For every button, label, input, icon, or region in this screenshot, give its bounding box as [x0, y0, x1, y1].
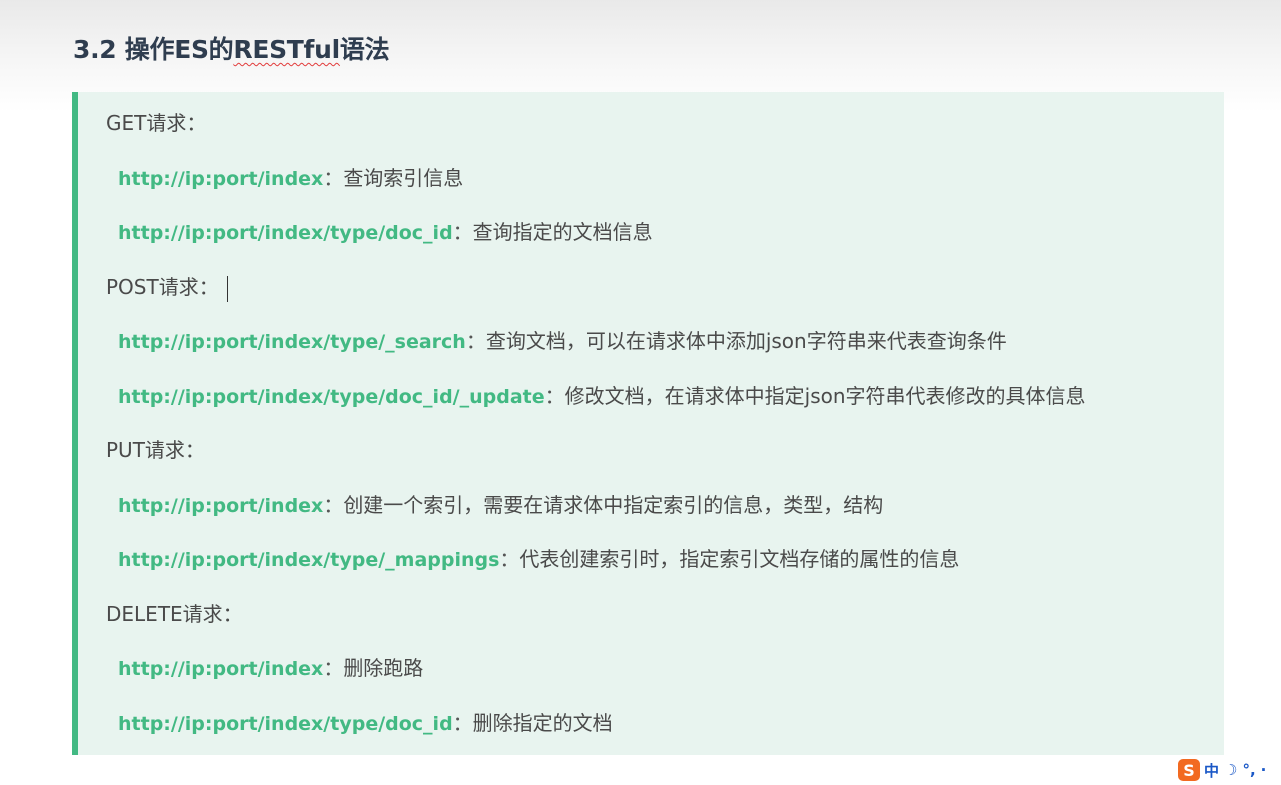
endpoint-url[interactable]: http://ip:port/index — [118, 495, 323, 517]
endpoint-description: 查询文档，可以在请求体中添加json字符串来代表查询条件 — [485, 329, 1007, 353]
endpoint-separator: ： — [452, 220, 473, 244]
delete-label-text: DELETE请求： — [106, 602, 243, 626]
ime-toolbar[interactable]: S 中 ☽ °, · — [1178, 755, 1281, 785]
more-dot-icon[interactable]: · — [1261, 761, 1267, 779]
endpoint-url[interactable]: http://ip:port/index — [118, 168, 323, 190]
endpoint-url[interactable]: http://ip:port/index/type/doc_id — [118, 713, 453, 735]
endpoint-description: 代表创建索引时，指定索引文档存储的属性的信息 — [519, 547, 960, 571]
get-group-label: GET请求： — [106, 108, 206, 138]
put-label-text: PUT请求： — [106, 438, 205, 462]
heading-term-spellcheck: RESTful — [233, 35, 340, 64]
put-endpoint-row: http://ip:port/index/type/_mappings：代表创建… — [118, 544, 959, 574]
endpoint-description: 修改文档，在请求体中指定json字符串代表修改的具体信息 — [564, 384, 1086, 408]
delete-endpoint-row: http://ip:port/index/type/doc_id：删除指定的文档 — [118, 708, 613, 738]
endpoint-separator: ： — [452, 711, 473, 735]
tip-box: GET请求： http://ip:port/index：查询索引信息 http:… — [72, 92, 1224, 755]
post-group-label: POST请求： — [106, 272, 228, 302]
endpoint-separator: ： — [544, 384, 565, 408]
endpoint-separator: ： — [499, 547, 520, 571]
sogou-logo-icon[interactable]: S — [1178, 759, 1200, 781]
endpoint-description: 删除跑路 — [343, 656, 424, 680]
endpoint-separator: ： — [323, 166, 344, 190]
endpoint-separator: ： — [323, 493, 344, 517]
endpoint-description: 查询索引信息 — [343, 166, 464, 190]
endpoint-url[interactable]: http://ip:port/index — [118, 658, 323, 680]
post-label-text: POST请求： — [106, 275, 219, 299]
get-label-text: GET请求： — [106, 111, 207, 135]
heading-prefix: 3.2 操作ES的 — [73, 35, 234, 64]
delete-group-label: DELETE请求： — [106, 599, 243, 629]
endpoint-url[interactable]: http://ip:port/index/type/doc_id — [118, 222, 453, 244]
endpoint-url[interactable]: http://ip:port/index/type/_search — [118, 331, 466, 353]
get-endpoint-row: http://ip:port/index：查询索引信息 — [118, 163, 463, 193]
text-cursor — [226, 275, 228, 302]
endpoint-url[interactable]: http://ip:port/index/type/doc_id/_update — [118, 386, 545, 408]
endpoint-description: 创建一个索引，需要在请求体中指定索引的信息，类型，结构 — [343, 493, 884, 517]
post-endpoint-row: http://ip:port/index/type/doc_id/_update… — [118, 381, 1086, 411]
half-width-moon-icon[interactable]: ☽ — [1224, 761, 1237, 779]
endpoint-description: 删除指定的文档 — [472, 711, 613, 735]
put-endpoint-row: http://ip:port/index：创建一个索引，需要在请求体中指定索引的… — [118, 490, 883, 520]
endpoint-url[interactable]: http://ip:port/index/type/_mappings — [118, 549, 499, 571]
post-endpoint-row: http://ip:port/index/type/_search：查询文档，可… — [118, 326, 1007, 356]
endpoint-separator: ： — [465, 329, 486, 353]
put-group-label: PUT请求： — [106, 435, 205, 465]
delete-endpoint-row: http://ip:port/index：删除跑路 — [118, 653, 423, 683]
endpoint-separator: ： — [323, 656, 344, 680]
section-heading: 3.2 操作ES的RESTful语法 — [73, 30, 390, 66]
punctuation-toggle[interactable]: °, — [1242, 761, 1255, 779]
heading-suffix: 语法 — [339, 35, 390, 64]
input-mode-toggle[interactable]: 中 — [1204, 760, 1219, 781]
get-endpoint-row: http://ip:port/index/type/doc_id：查询指定的文档… — [118, 217, 653, 247]
endpoint-description: 查询指定的文档信息 — [472, 220, 653, 244]
